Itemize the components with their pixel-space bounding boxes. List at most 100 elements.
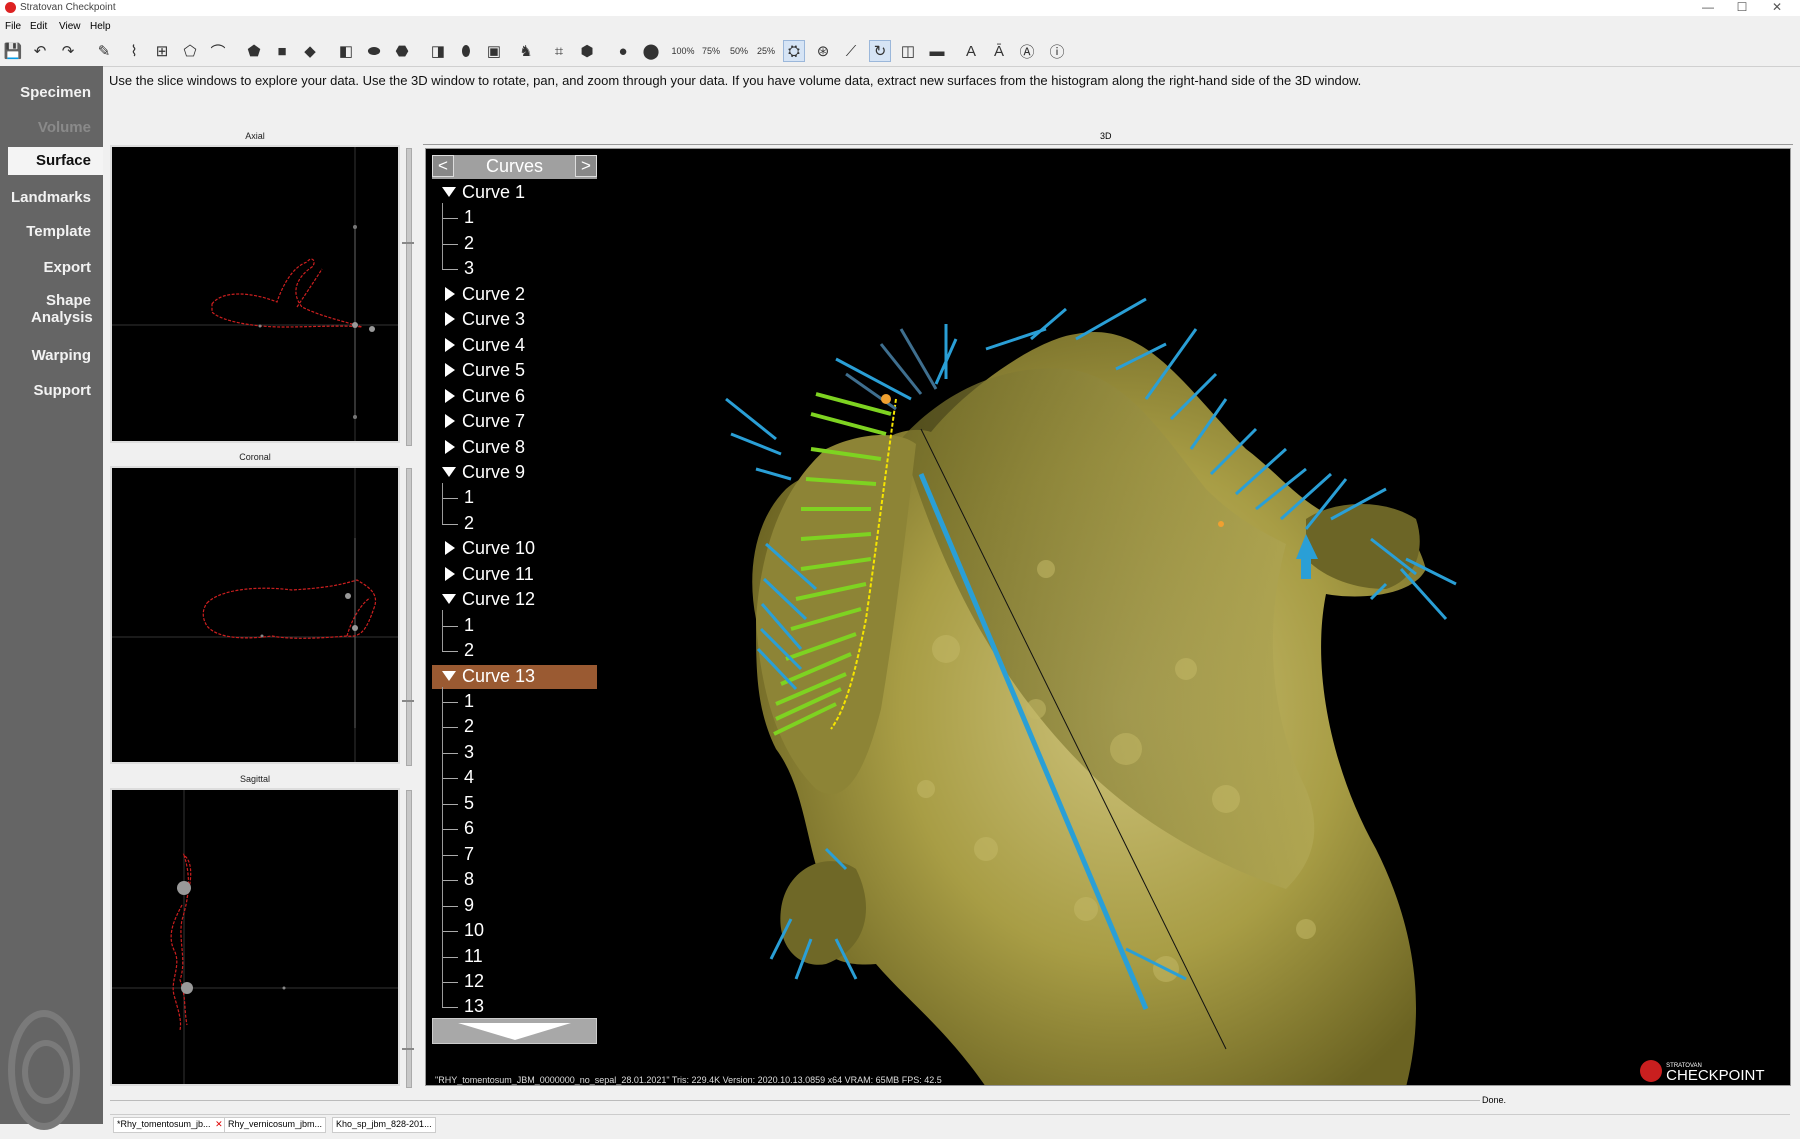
sagittal-slice-drawing — [112, 790, 398, 1084]
view-3d[interactable] — [425, 148, 1791, 1086]
nav-export[interactable]: Export — [0, 259, 103, 276]
coronal-slice-slider[interactable] — [406, 468, 412, 766]
lasso-tool-icon[interactable]: ⌒ — [207, 40, 229, 62]
axial-view[interactable] — [110, 145, 400, 443]
curves-title: Curves — [485, 156, 543, 176]
coronal-view[interactable] — [110, 466, 400, 764]
menu-help[interactable]: Help — [90, 21, 111, 32]
tree-row-label: Curve 7 — [462, 411, 526, 431]
select-icon[interactable]: ✎ — [93, 40, 115, 62]
view-top-icon[interactable]: ⬬ — [363, 40, 385, 62]
tree-row-label: 3 — [464, 258, 475, 278]
font-relay-icon[interactable]: Ā — [988, 40, 1010, 62]
expand-down-icon[interactable] — [442, 187, 456, 197]
texture-icon[interactable]: ⛭ — [783, 40, 805, 62]
nav-volume: Volume — [37, 119, 91, 136]
menu-file[interactable]: File — [5, 21, 21, 32]
cube-icon[interactable]: ⬢ — [576, 40, 598, 62]
crop-icon[interactable]: ⌗ — [548, 40, 570, 62]
expand-down-icon[interactable] — [442, 467, 456, 477]
view-bottom-icon[interactable]: ⬮ — [455, 40, 477, 62]
tree-row-label: 8 — [464, 869, 475, 889]
axial-slice-slider[interactable] — [406, 148, 412, 446]
redo-icon[interactable]: ↷ — [57, 40, 79, 62]
close-icon[interactable]: ✕ — [1762, 0, 1792, 16]
info-icon[interactable]: ⓘ — [1046, 40, 1068, 62]
checkpoint-logo: STRATOVAN CHECKPOINT — [1640, 1060, 1765, 1083]
nav-shape-analysis[interactable]: Shape Analysis — [0, 292, 103, 326]
tree-row-label: 5 — [464, 793, 475, 813]
menu-view[interactable]: View — [59, 21, 81, 32]
tree-row-label: 2 — [464, 513, 475, 533]
expand-right-icon[interactable] — [445, 312, 455, 326]
save-icon[interactable]: 💾 — [2, 40, 24, 62]
maximize-icon[interactable]: ☐ — [1727, 0, 1757, 16]
nav-specimen[interactable]: Specimen — [0, 84, 103, 101]
expand-down-icon[interactable] — [442, 671, 456, 681]
surface-view-2-icon[interactable]: ■ — [271, 40, 293, 62]
expand-right-icon[interactable] — [445, 541, 455, 555]
nav-support[interactable]: Support — [0, 382, 103, 399]
tree-guide-line — [442, 687, 443, 1007]
expand-right-icon[interactable] — [445, 338, 455, 352]
light-small-icon[interactable]: ● — [612, 40, 634, 62]
nav-landmarks[interactable]: Landmarks — [0, 189, 103, 206]
probe-icon[interactable]: ⟋ — [840, 40, 862, 62]
zoom-100-button[interactable]: 100% — [671, 40, 695, 62]
expand-right-icon[interactable] — [445, 414, 455, 428]
window-title: Stratovan Checkpoint — [20, 2, 116, 13]
axial-slider-handle[interactable] — [402, 242, 414, 244]
surface-view-3-icon[interactable]: ◆ — [299, 40, 321, 62]
view-back-icon[interactable]: ◨ — [427, 40, 449, 62]
tree-branch — [442, 498, 458, 499]
patch-tool-icon[interactable]: ⬠ — [179, 40, 201, 62]
expand-right-icon[interactable] — [445, 440, 455, 454]
sagittal-slider-handle[interactable] — [402, 1048, 414, 1050]
grid-tool-icon[interactable]: ⊞ — [151, 40, 173, 62]
surface-view-1-icon[interactable]: ⬟ — [243, 40, 265, 62]
tree-row-label: Curve 3 — [462, 309, 526, 329]
specimen-icon[interactable]: ♞ — [515, 40, 537, 62]
view-reset-icon[interactable]: ▣ — [483, 40, 505, 62]
opacity-icon[interactable]: ◫ — [897, 40, 919, 62]
minimize-icon[interactable]: — — [1693, 0, 1723, 16]
tree-curve-row[interactable]: Curve 13 — [432, 665, 597, 689]
undo-icon[interactable]: ↶ — [29, 40, 51, 62]
view-side-icon[interactable]: ⬣ — [391, 40, 413, 62]
curves-scroll-down-button[interactable] — [432, 1018, 597, 1044]
file-tab-3[interactable]: Kho_sp_jbm_828-201... — [332, 1117, 436, 1133]
background-color-icon[interactable]: ▬ — [926, 40, 948, 62]
curve-tool-icon[interactable]: ⌇ — [123, 40, 145, 62]
wireframe-icon[interactable]: ⊛ — [812, 40, 834, 62]
font-size-icon[interactable]: A — [960, 40, 982, 62]
file-tab-1[interactable]: *Rhy_tomentosum_jb... ✕ — [113, 1117, 227, 1133]
coronal-slider-handle[interactable] — [402, 700, 414, 702]
expand-right-icon[interactable] — [445, 287, 455, 301]
zoom-75-button[interactable]: 75% — [699, 40, 723, 62]
tree-branch — [442, 269, 458, 270]
tree-row-label: Curve 6 — [462, 386, 526, 406]
curves-next-button[interactable]: > — [575, 155, 597, 177]
menu-edit[interactable]: Edit — [30, 21, 47, 32]
expand-right-icon[interactable] — [445, 363, 455, 377]
zoom-25-button[interactable]: 25% — [754, 40, 778, 62]
nav-template[interactable]: Template — [0, 223, 103, 240]
expand-right-icon[interactable] — [445, 389, 455, 403]
curves-prev-button[interactable]: < — [432, 155, 454, 177]
zoom-50-button[interactable]: 50% — [727, 40, 751, 62]
annotation-icon[interactable]: Ⓐ — [1016, 40, 1038, 62]
rotate-icon[interactable]: ↻ — [869, 40, 891, 62]
nav-warping[interactable]: Warping — [0, 347, 103, 364]
view-front-icon[interactable]: ◧ — [335, 40, 357, 62]
nav-surface[interactable]: Surface — [8, 147, 103, 175]
axial-slice-drawing — [112, 147, 398, 441]
light-large-icon[interactable]: ⬤ — [640, 40, 662, 62]
sagittal-slice-slider[interactable] — [406, 790, 412, 1088]
expand-right-icon[interactable] — [445, 567, 455, 581]
file-tab-2[interactable]: Rhy_vernicosum_jbm... — [224, 1117, 327, 1133]
sagittal-view[interactable] — [110, 788, 400, 1086]
close-tab-icon[interactable]: ✕ — [215, 1119, 223, 1129]
tree-row-label: 1 — [464, 691, 475, 711]
tree-row-label: Curve 1 — [462, 182, 526, 202]
expand-down-icon[interactable] — [442, 594, 456, 604]
